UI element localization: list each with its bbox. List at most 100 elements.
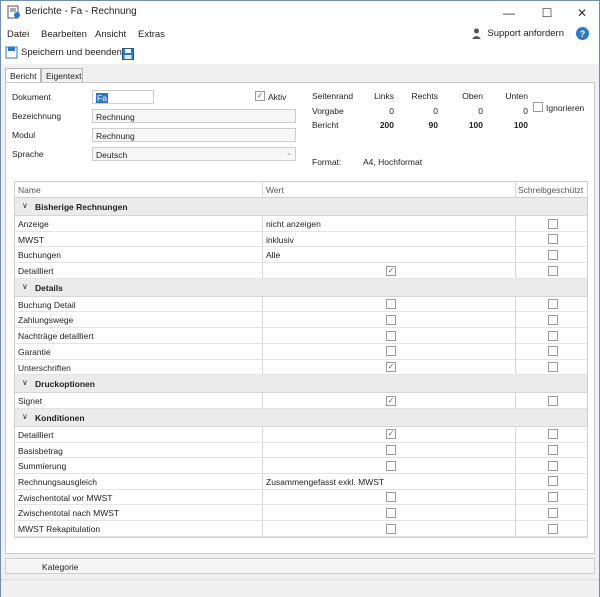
menu-datei[interactable]: Datei [7,29,29,40]
property-row[interactable]: Detailliert ✓ [15,426,587,443]
readonly-checkbox[interactable] [548,234,558,245]
property-row[interactable]: Signet ✓ [15,393,587,409]
dokument-label: Dokument [12,92,51,102]
readonly-checkbox[interactable] [548,265,558,276]
value-checkbox[interactable] [386,299,396,310]
property-row[interactable]: Anzeige nicht anzeigen [15,216,587,232]
property-row[interactable]: Buchung Detail [15,296,587,313]
chevron-down-icon[interactable]: ∨ [22,412,28,421]
disk-icon[interactable] [122,48,134,60]
property-row[interactable]: Zahlungswege [15,312,587,329]
readonly-checkbox[interactable] [548,314,558,325]
property-row[interactable]: Rechnungsausgleich Zusammengefasst exkl. … [15,473,587,490]
aktiv-label: Aktiv [268,92,287,102]
property-name: Zwischentotal vor MWST [18,492,113,503]
ignorieren-checkbox[interactable] [533,102,543,112]
save-and-close-button[interactable]: Speichern und beenden [5,46,122,59]
property-row[interactable]: Detailliert ✓ [15,263,587,279]
bericht-oben[interactable]: 100 [453,120,483,130]
col-divider [262,458,263,473]
readonly-checkbox[interactable] [548,249,558,260]
property-row[interactable]: MWST Rekapitulation [15,521,587,537]
readonly-checkbox[interactable] [548,476,558,487]
property-row[interactable]: Summierung [15,458,587,474]
col-divider [515,359,516,375]
property-row[interactable]: Zwischentotal nach MWST [15,505,587,521]
readonly-checkbox[interactable] [548,362,558,372]
ignorieren-label: Ignorieren [546,103,585,113]
value-checkbox[interactable]: ✓ [386,429,396,440]
readonly-checkbox[interactable] [548,523,558,534]
property-row[interactable]: Zwischentotal vor MWST [15,489,587,506]
help-icon[interactable]: ? [576,27,589,40]
readonly-checkbox[interactable] [548,346,558,357]
bericht-unten[interactable]: 100 [498,120,528,130]
chevron-down-icon[interactable]: ∨ [22,378,28,387]
aktiv-checkbox[interactable]: ✓ [255,91,265,101]
value-checkbox[interactable] [386,346,396,357]
col-name[interactable]: Name [18,185,41,195]
readonly-checkbox[interactable] [548,460,558,471]
readonly-checkbox[interactable] [548,299,558,310]
maximize-icon[interactable]: ☐ [530,1,564,24]
sprache-dropdown[interactable]: Deutsch ⌄ [92,147,296,161]
menu-extras[interactable]: Extras [138,29,165,40]
value-checkbox[interactable] [386,507,396,518]
readonly-checkbox[interactable] [548,218,558,229]
group-row[interactable]: ∨ Konditionen [15,408,587,427]
tab-eigentext[interactable]: Eigentext [41,68,83,82]
property-row[interactable]: MWST inklusiv [15,231,587,248]
dokument-field[interactable]: Fa [92,90,154,104]
property-value[interactable]: inklusiv [266,235,294,245]
property-row[interactable]: Buchungen Alle [15,247,587,264]
value-checkbox[interactable]: ✓ [386,265,396,276]
value-checkbox[interactable]: ✓ [386,362,396,372]
property-value[interactable]: Zusammengefasst exkl. MWST [266,477,384,487]
close-icon[interactable]: ✕ [565,1,599,24]
chevron-down-icon[interactable]: ∨ [22,282,28,291]
margins-title: Seitenrand [312,91,354,101]
chevron-down-icon[interactable]: ∨ [22,201,28,210]
col-schreibgeschuetzt[interactable]: Schreibgeschützt [518,185,583,195]
bericht-rechts[interactable]: 90 [408,120,438,130]
readonly-checkbox[interactable] [548,492,558,503]
support-button[interactable]: Support anfordern ? [470,27,589,40]
value-checkbox[interactable] [386,330,396,341]
property-row[interactable]: Garantie [15,343,587,360]
group-row[interactable]: ∨ Bisherige Rechnungen [15,198,587,216]
readonly-checkbox[interactable] [548,429,558,440]
readonly-checkbox[interactable] [548,445,558,456]
tab-bericht[interactable]: Bericht [5,68,41,83]
col-divider[interactable] [262,182,263,197]
bezeichnung-label: Bezeichnung [12,111,62,121]
readonly-checkbox[interactable] [548,395,558,406]
value-checkbox[interactable] [386,460,396,471]
readonly-checkbox[interactable] [548,330,558,341]
grid-body: ∨ Bisherige Rechnungen Anzeige nicht anzeig… [15,198,587,537]
property-row[interactable]: Basisbetrag [15,442,587,459]
value-checkbox[interactable] [386,314,396,325]
group-row[interactable]: ∨ Druckoptionen [15,375,587,394]
value-checkbox[interactable]: ✓ [386,395,396,406]
col-divider[interactable] [515,182,516,197]
bericht-links[interactable]: 200 [364,120,394,130]
kategorie-label: Kategorie [42,562,79,572]
value-checkbox[interactable] [386,492,396,503]
menu-ansicht[interactable]: Ansicht [95,29,126,40]
window-title: Berichte - Fa - Rechnung [25,6,137,17]
bezeichnung-field[interactable]: Rechnung [92,109,296,123]
property-row[interactable]: Nachträge detailliert [15,328,587,344]
menu-bearbeiten[interactable]: Bearbeiten [41,29,87,40]
modul-field[interactable]: Rechnung [92,128,296,142]
margin-col-links: Links [374,91,394,101]
property-row[interactable]: Unterschriften ✓ [15,359,587,376]
property-value[interactable]: nicht anzeigen [266,219,321,229]
value-checkbox[interactable] [386,523,396,534]
group-row[interactable]: ∨ Details [15,278,587,297]
minimize-icon[interactable]: — [492,1,526,24]
property-value[interactable]: Alle [266,250,280,260]
kategorie-bar[interactable]: Kategorie [5,558,595,574]
col-wert[interactable]: Wert [266,185,284,195]
value-checkbox[interactable] [386,445,396,456]
readonly-checkbox[interactable] [548,507,558,518]
